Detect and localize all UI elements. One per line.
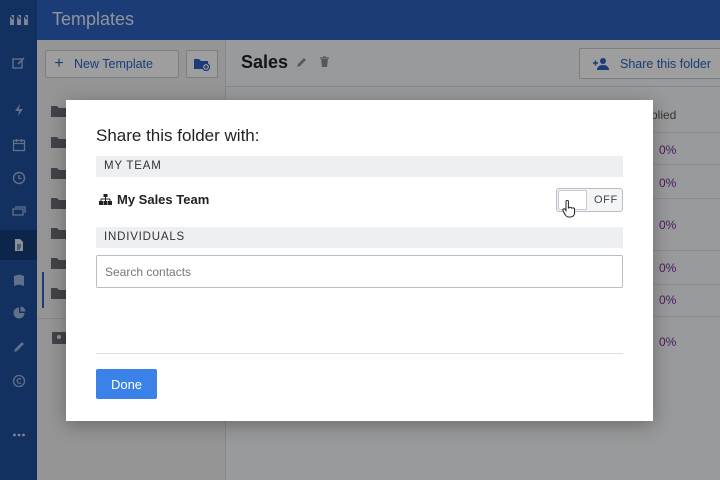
team-hierarchy-icon (99, 193, 112, 205)
dialog-divider (96, 353, 623, 354)
done-button[interactable]: Done (96, 369, 157, 399)
my-team-heading: MY TEAM (104, 160, 162, 172)
my-team-section-header: MY TEAM (96, 156, 623, 177)
individuals-section-header: INDIVIDUALS (96, 227, 623, 248)
hand-cursor-icon (562, 200, 575, 218)
search-contacts-input[interactable] (96, 255, 623, 288)
toggle-state-label: OFF (594, 194, 618, 206)
dialog-title: Share this folder with: (96, 126, 260, 145)
team-row: My Sales Team (99, 192, 209, 207)
team-name: My Sales Team (117, 192, 210, 207)
share-folder-dialog: Share this folder with: MY TEAM My Sales… (66, 100, 653, 421)
individuals-heading: INDIVIDUALS (104, 231, 186, 243)
